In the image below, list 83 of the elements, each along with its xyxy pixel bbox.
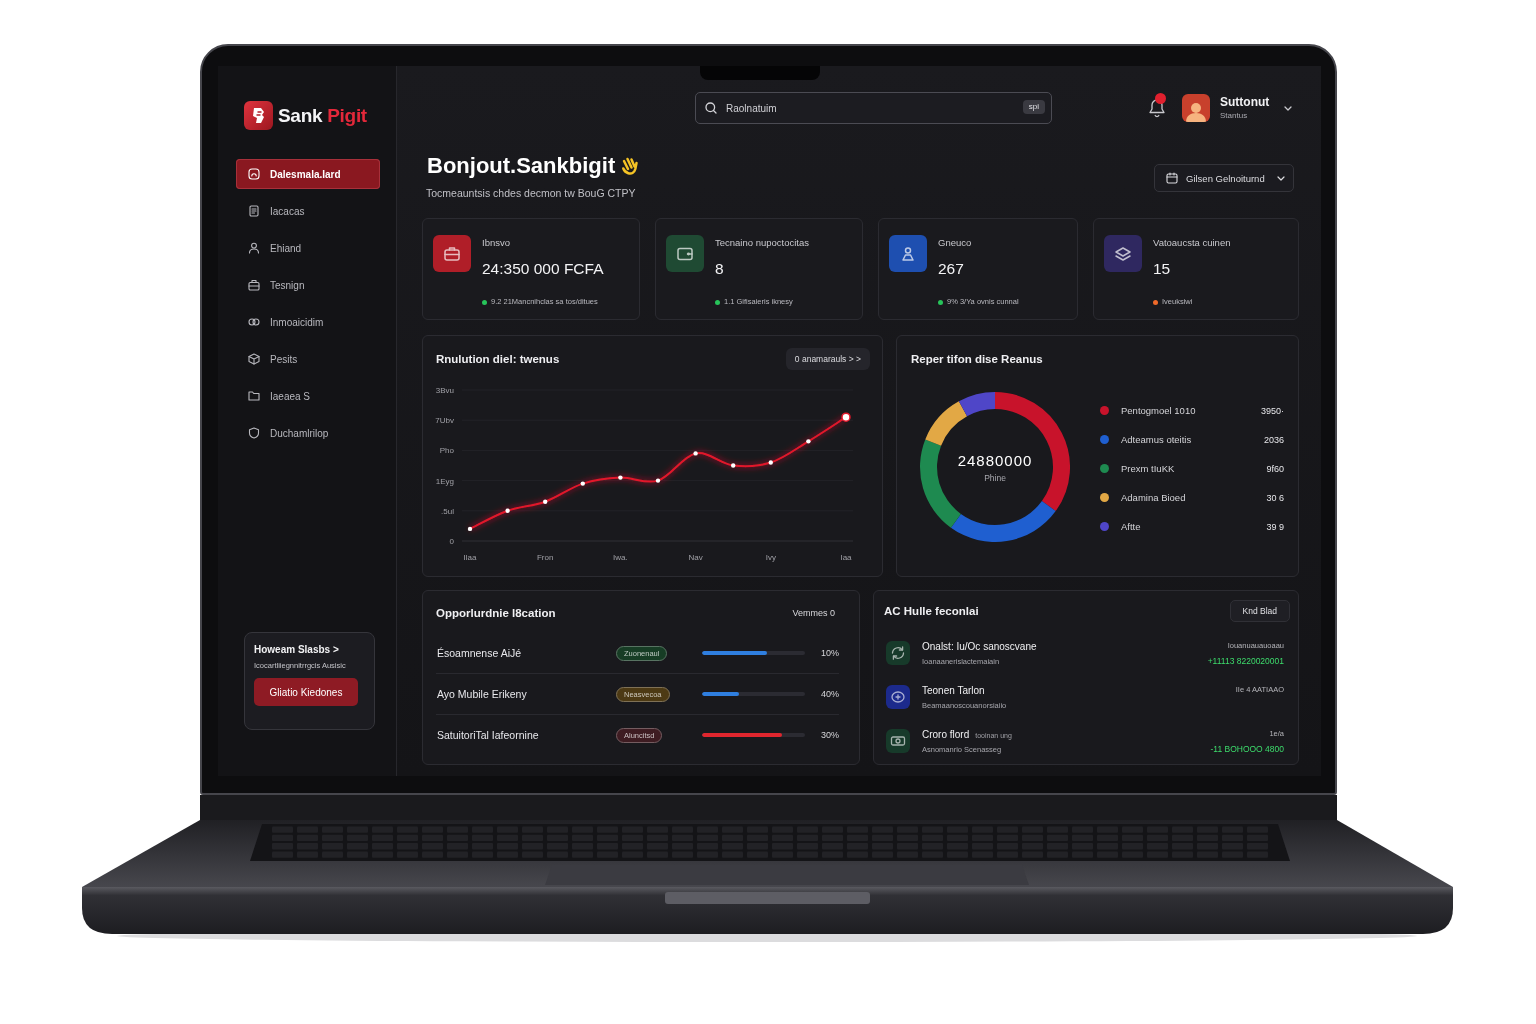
user-avatar [1182, 94, 1210, 122]
percent-label: 10% [820, 648, 839, 658]
caret-icon[interactable] [1284, 105, 1292, 111]
activity-amount: +11113 8220020001 [1207, 654, 1284, 667]
axis-label: Ivy [765, 553, 776, 562]
axis-label: 7Ubv [435, 416, 454, 426]
chevron-down-icon [1277, 175, 1285, 181]
linked-circles-icon [248, 316, 260, 328]
axis-label: Ilaa [463, 553, 477, 562]
chart-title: Rnulution diel: twenus [436, 353, 560, 365]
search-icon [705, 102, 717, 114]
percent-label: 40% [820, 689, 839, 699]
chart-title: Reper tifon dise Reanus [911, 353, 1043, 365]
axis-label: Fron [536, 553, 554, 562]
briefcase-icon [248, 279, 260, 291]
user-icon [248, 242, 260, 254]
axis-label: 1Eyg [435, 476, 454, 486]
legend-label: Adamina Bioed [1121, 492, 1186, 503]
promo-title: Howeam Slasbs > [254, 643, 340, 657]
axis-label: 0 [449, 537, 454, 546]
box-icon [248, 353, 260, 365]
axis-label: Nav [688, 553, 703, 562]
activity-title: Croro flord [922, 727, 970, 742]
stat-title: Ibnsvo [482, 237, 511, 249]
stat-value: 267 [938, 259, 965, 279]
axis-label: Pho [439, 446, 454, 456]
card-title: AC Hulle feconlai [884, 605, 979, 617]
nav-item[interactable]: Dalesmala.Iard [236, 159, 380, 189]
opportunity-name: Ayo Mubile Erikeny [436, 688, 528, 700]
page-title: Bonjout.Sankbigit [427, 152, 616, 180]
nav-item[interactable]: Tesnign [236, 270, 380, 300]
donut-total: 24880000 [957, 451, 1033, 470]
legend-label: Prexm tIuKK [1121, 463, 1175, 474]
legend-label: Pentogmoel 1010 [1121, 405, 1196, 416]
dashboard-icon [248, 168, 260, 180]
document-icon [248, 205, 260, 217]
card-title: Opporlurdnie l8cation [436, 607, 556, 619]
folder-icon [248, 390, 260, 402]
activity-title: Onalst: Iu/Oc sanoscvane [922, 639, 1037, 654]
nav-item[interactable]: Ehiand [236, 233, 380, 263]
header-button[interactable]: Gilsen Gelnoiturnd [1154, 164, 1294, 192]
logo-text: Pigit [327, 104, 367, 127]
nav-item[interactable]: Duchamlrilop [236, 418, 380, 448]
nav-item[interactable]: Iacacas [236, 196, 380, 226]
legend-value: 2036 [1263, 434, 1284, 445]
stat-title: Tecnaino nupoctocitas [715, 237, 810, 249]
legend-value: 30 6 [1266, 492, 1284, 503]
activity-amount: -11 BOHOOO 4800 [1210, 742, 1284, 755]
calendar-icon [1166, 172, 1178, 184]
legend-value: 39 9 [1266, 521, 1284, 532]
bell-icon[interactable] [1148, 98, 1166, 118]
activity-title: Teonen Tarlon [922, 683, 985, 698]
nav-item[interactable]: Iaeaea S [236, 381, 380, 411]
nav-item[interactable]: Inmoaicidim [236, 307, 380, 337]
percent-label: 30% [820, 730, 839, 740]
axis-label: 3Bvu [435, 386, 454, 395]
legend-value: 3950· [1260, 405, 1284, 416]
donut-label: Phine [984, 472, 1006, 483]
stat-title: Vatoaucsta cuinen [1153, 237, 1232, 249]
card-button[interactable]: Knd Blad [1229, 600, 1290, 622]
logo-text: Sank [278, 104, 323, 127]
period-dropdown[interactable]: 0 anamarauls > > [785, 348, 870, 370]
stat-value: 15 [1153, 259, 1172, 279]
promo-button[interactable]: Gliatio Kiedones [254, 678, 358, 706]
nav-item[interactable]: Pesits [236, 344, 380, 374]
legend-label: Aftte [1121, 521, 1141, 532]
filter-dropdown[interactable]: Vemmes 0 [792, 608, 835, 618]
shield-icon [248, 427, 260, 439]
user-role: Stantus [1220, 111, 1249, 121]
logo-icon [244, 101, 273, 130]
shortcut-key: spi [1022, 100, 1045, 114]
opportunity-name: Ésoamnense AiJé [436, 647, 523, 659]
axis-label: Iwa. [613, 553, 628, 562]
stat-value: 8 [715, 259, 725, 279]
axis-label: .5ul [441, 506, 454, 516]
legend-value: 9f60 [1266, 463, 1284, 474]
opportunity-name: SatuitoriTal Iafeornine [436, 729, 540, 741]
stat-value: 24:350 000 FCFA [482, 259, 605, 279]
user-name: Suttonut [1220, 95, 1271, 109]
legend-label: Adteamus oteitis [1121, 434, 1192, 445]
stat-title: Gneuco [938, 237, 973, 249]
axis-label: Iaa [840, 553, 852, 562]
page-subtitle: Tocmeauntsis chdes decmon tw BouG CTPY [426, 186, 637, 200]
